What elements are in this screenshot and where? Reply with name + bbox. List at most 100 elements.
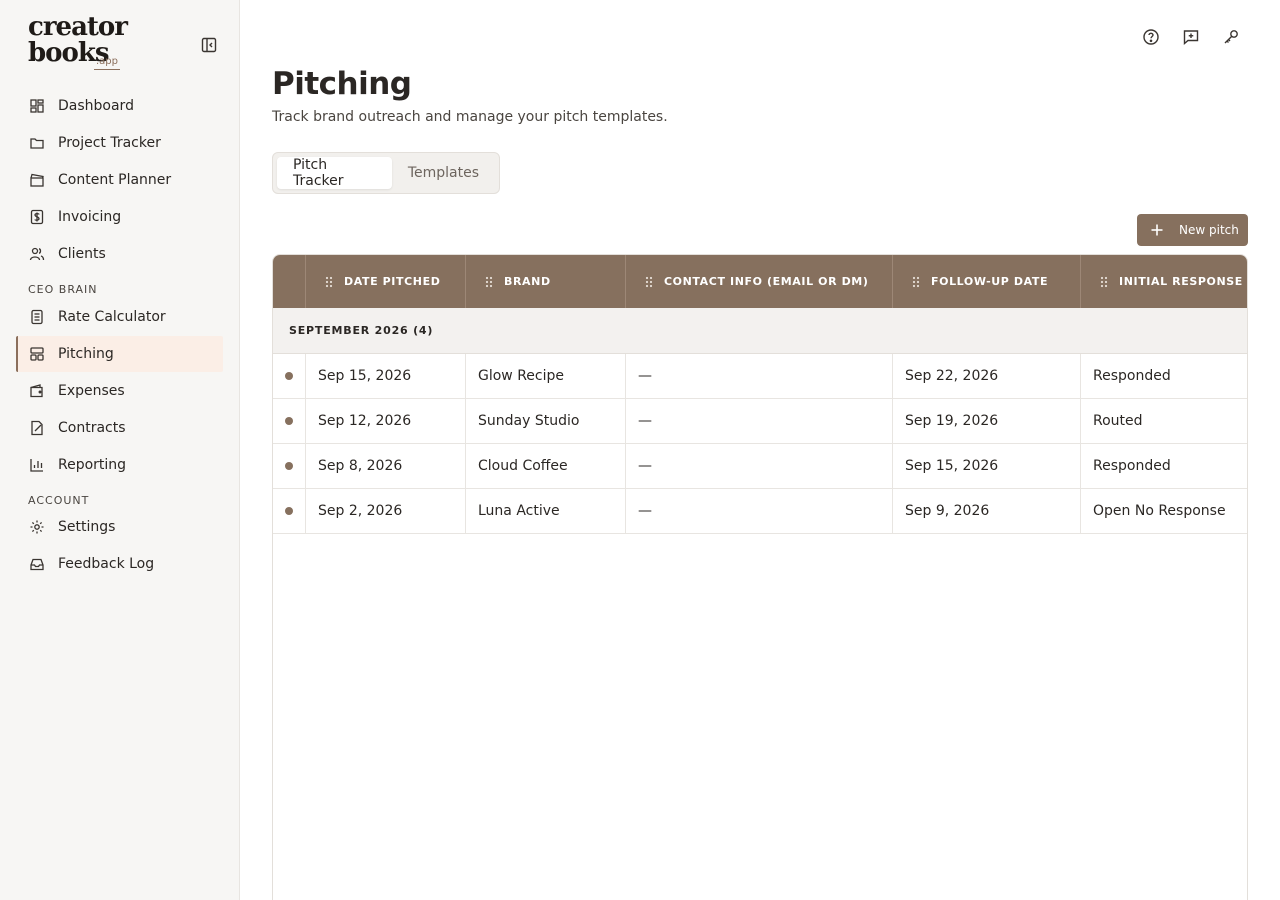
tab-bar: Pitch Tracker Templates: [272, 152, 500, 194]
sidebar-item-label: Rate Calculator: [58, 309, 166, 325]
sidebar-item-label: Feedback Log: [58, 556, 155, 572]
contact-cell[interactable]: —: [626, 399, 893, 443]
drag-handle-icon[interactable]: [324, 275, 334, 289]
layout-icon: [28, 345, 46, 363]
column-header-label: BRAND: [504, 275, 551, 288]
table-row[interactable]: Sep 15, 2026 Glow Recipe — Sep 22, 2026 …: [273, 354, 1247, 399]
users-icon: [28, 245, 46, 263]
new-pitch-button[interactable]: New pitch: [1137, 214, 1248, 246]
tab-templates[interactable]: Templates: [392, 157, 495, 189]
follow-up-cell[interactable]: Sep 22, 2026: [893, 354, 1081, 398]
status-cell: [273, 399, 306, 443]
follow-up-cell[interactable]: Sep 15, 2026: [893, 444, 1081, 488]
help-icon[interactable]: [1142, 28, 1160, 46]
sidebar-item-label: Project Tracker: [58, 135, 161, 151]
date-pitched-cell[interactable]: Sep 12, 2026: [306, 399, 466, 443]
column-header-date-pitched[interactable]: DATE PITCHED: [306, 255, 466, 308]
column-header-label: CONTACT INFO (EMAIL OR DM): [664, 275, 869, 288]
drag-handle-icon[interactable]: [644, 275, 654, 289]
response-cell[interactable]: Responded: [1081, 444, 1247, 488]
top-toolbar: [1142, 28, 1240, 46]
response-cell[interactable]: Routed: [1081, 399, 1247, 443]
sidebar-item-rate-calculator[interactable]: Rate Calculator: [16, 299, 223, 335]
logo-word-creator: creator: [28, 12, 128, 42]
add-feedback-icon[interactable]: [1182, 28, 1200, 46]
sidebar-item-label: Pitching: [58, 346, 114, 362]
column-header-brand[interactable]: BRAND: [466, 255, 626, 308]
calculator-icon: [28, 308, 46, 326]
status-dot: [285, 507, 293, 515]
table-row[interactable]: Sep 12, 2026 Sunday Studio — Sep 19, 202…: [273, 399, 1247, 444]
page-title: Pitching: [272, 66, 412, 102]
sidebar-item-label: Invoicing: [58, 209, 122, 225]
sidebar-item-project-tracker[interactable]: Project Tracker: [16, 125, 223, 161]
sidebar-collapse-icon[interactable]: [200, 36, 218, 54]
bar-chart-icon: [28, 456, 46, 474]
sidebar-item-label: Settings: [58, 519, 116, 535]
tab-pitch-tracker[interactable]: Pitch Tracker: [277, 157, 392, 189]
status-dot: [285, 417, 293, 425]
column-header-label: INITIAL RESPONSE: [1119, 275, 1243, 288]
sidebar-item-label: Reporting: [58, 457, 127, 473]
contract-icon: [28, 419, 46, 437]
sidebar-item-content-planner[interactable]: Content Planner: [16, 162, 223, 198]
table-header: DATE PITCHED BRAND CONTACT INFO (EMAIL O…: [273, 255, 1247, 308]
logo-suffix: .app: [96, 56, 119, 67]
column-header-status: [273, 255, 306, 308]
sidebar-item-expenses[interactable]: Expenses: [16, 373, 223, 409]
column-header-contact-info[interactable]: CONTACT INFO (EMAIL OR DM): [626, 255, 893, 308]
brand-cell[interactable]: Glow Recipe: [466, 354, 626, 398]
table-row[interactable]: Sep 2, 2026 Luna Active — Sep 9, 2026 Op…: [273, 489, 1247, 534]
column-header-label: DATE PITCHED: [344, 275, 441, 288]
sidebar-item-invoicing[interactable]: Invoicing: [16, 199, 223, 235]
sidebar-item-label: Expenses: [58, 383, 125, 399]
clapper-icon: [28, 171, 46, 189]
dollar-icon: [28, 208, 46, 226]
follow-up-cell[interactable]: Sep 9, 2026: [893, 489, 1081, 533]
response-cell[interactable]: Responded: [1081, 354, 1247, 398]
plus-icon: [1149, 222, 1165, 238]
table-row[interactable]: Sep 8, 2026 Cloud Coffee — Sep 15, 2026 …: [273, 444, 1247, 489]
sidebar-item-feedback-log[interactable]: Feedback Log: [16, 546, 223, 582]
status-dot: [285, 372, 293, 380]
brand-cell[interactable]: Luna Active: [466, 489, 626, 533]
drag-handle-icon[interactable]: [911, 275, 921, 289]
contact-cell[interactable]: —: [626, 444, 893, 488]
column-header-initial-response[interactable]: INITIAL RESPONSE: [1081, 255, 1247, 308]
date-pitched-cell[interactable]: Sep 2, 2026: [306, 489, 466, 533]
contact-cell[interactable]: —: [626, 489, 893, 533]
sidebar-item-dashboard[interactable]: Dashboard: [16, 88, 223, 124]
date-pitched-cell[interactable]: Sep 15, 2026: [306, 354, 466, 398]
grid-icon: [28, 97, 46, 115]
brand-cell[interactable]: Cloud Coffee: [466, 444, 626, 488]
inbox-icon: [28, 555, 46, 573]
drag-handle-icon[interactable]: [1099, 275, 1109, 289]
folder-icon: [28, 134, 46, 152]
drag-handle-icon[interactable]: [484, 275, 494, 289]
brand-cell[interactable]: Sunday Studio: [466, 399, 626, 443]
page-subtitle: Track brand outreach and manage your pit…: [272, 109, 668, 125]
logo-underline: [94, 69, 120, 70]
sidebar-item-clients[interactable]: Clients: [16, 236, 223, 272]
status-cell: [273, 489, 306, 533]
column-header-follow-up-date[interactable]: FOLLOW-UP DATE: [893, 255, 1081, 308]
response-cell[interactable]: Open No Response: [1081, 489, 1247, 533]
gear-icon: [28, 518, 46, 536]
follow-up-cell[interactable]: Sep 19, 2026: [893, 399, 1081, 443]
sidebar-item-label: Contracts: [58, 420, 126, 436]
contact-cell[interactable]: —: [626, 354, 893, 398]
sidebar-item-reporting[interactable]: Reporting: [16, 447, 223, 483]
column-header-label: FOLLOW-UP DATE: [931, 275, 1049, 288]
section-heading-ceo-brain: CEO BRAIN: [28, 283, 98, 296]
sidebar-item-pitching[interactable]: Pitching: [16, 336, 223, 372]
group-header-september-2026[interactable]: SEPTEMBER 2026 (4): [273, 308, 1247, 354]
key-icon[interactable]: [1222, 28, 1240, 46]
app-logo[interactable]: creator books .app: [28, 14, 128, 74]
date-pitched-cell[interactable]: Sep 8, 2026: [306, 444, 466, 488]
sidebar-item-label: Dashboard: [58, 98, 134, 114]
section-heading-account: ACCOUNT: [28, 494, 90, 507]
new-pitch-label: New pitch: [1179, 223, 1239, 237]
sidebar-item-settings[interactable]: Settings: [16, 509, 223, 545]
wallet-icon: [28, 382, 46, 400]
sidebar-item-contracts[interactable]: Contracts: [16, 410, 223, 446]
